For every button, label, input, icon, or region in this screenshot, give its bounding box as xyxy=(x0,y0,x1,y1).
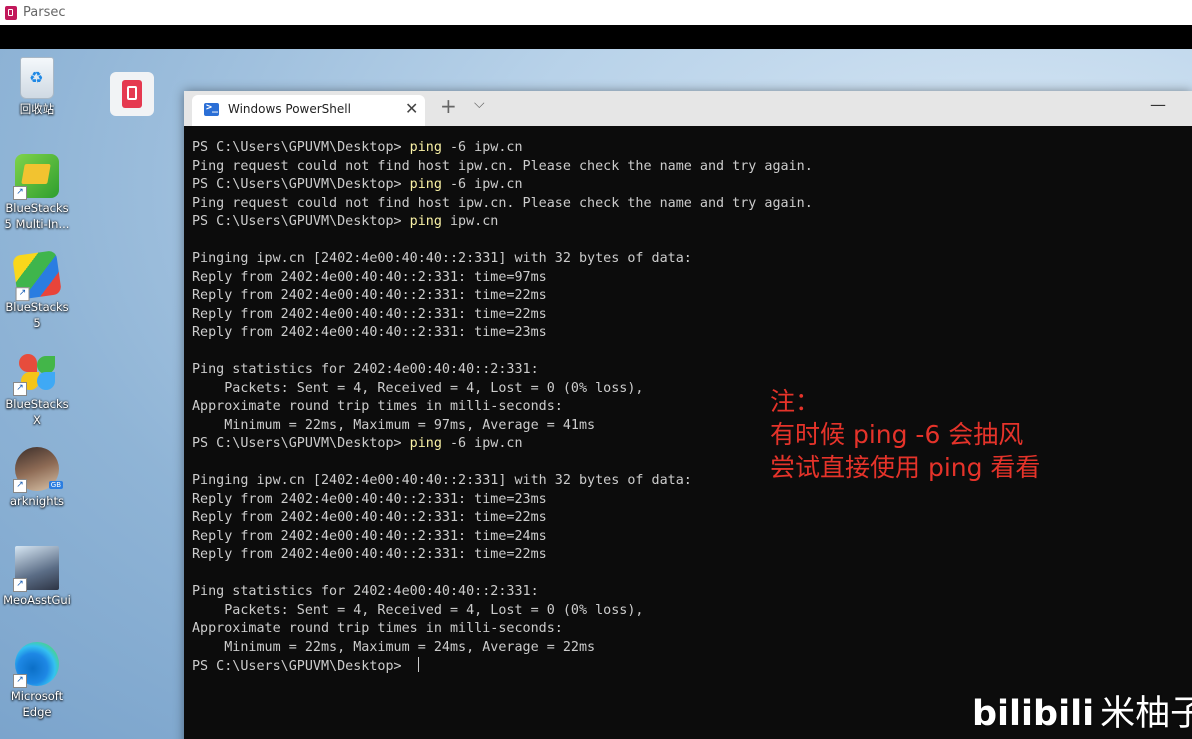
powershell-icon: >_ xyxy=(204,102,219,116)
desktop-icon-bluestacks-5[interactable]: ↗ BlueStacks 5 xyxy=(1,250,73,331)
terminal-titlebar[interactable]: >_ Windows PowerShell ✕ + ⌵ — xyxy=(184,91,1192,126)
desktop-icon-label: BlueStacks 5 xyxy=(5,300,69,330)
desktop-icon-label: BlueStacks 5 Multi-In... xyxy=(4,201,70,231)
desktop-icon-bluestacks-multi[interactable]: ↗ BlueStacks 5 Multi-In... xyxy=(1,154,73,232)
terminal-output-line: Reply from 2402:4e00:40:40::2:331: time=… xyxy=(192,528,547,544)
desktop: ♻ 回收站 ↗ BlueStacks 5 Multi-In... ↗ BlueS… xyxy=(0,49,1192,739)
tab-windows-powershell[interactable]: >_ Windows PowerShell ✕ xyxy=(192,95,425,126)
bluestacks-multi-instance-icon: ↗ xyxy=(13,154,59,200)
parsec-title: Parsec xyxy=(23,5,66,20)
desktop-icon-arknights[interactable]: ↗ arknights xyxy=(1,447,73,509)
command-text: ping xyxy=(409,436,442,451)
parsec-title-bar: Parsec xyxy=(0,0,1192,25)
bluestacks-x-icon: ↗ xyxy=(13,350,59,396)
command-text: ping xyxy=(409,140,442,155)
shortcut-arrow-icon: ↗ xyxy=(13,674,27,688)
command-args: -6 ipw.cn xyxy=(441,140,523,155)
annotation-line: 注： xyxy=(770,387,821,416)
terminal-prompt-line: PS C:\Users\GPUVM\Desktop> xyxy=(192,657,1182,676)
meoasstgui-icon: ↗ xyxy=(13,546,59,592)
terminal-prompt-line: PS C:\Users\GPUVM\Desktop> ping -6 ipw.c… xyxy=(192,176,1182,195)
prompt-text: PS C:\Users\GPUVM\Desktop> xyxy=(192,177,410,192)
microsoft-edge-icon: ↗ xyxy=(13,642,59,688)
chevron-down-icon[interactable]: ⌵ xyxy=(474,96,485,112)
desktop-icon-label: BlueStacks X xyxy=(5,397,69,427)
shortcut-arrow-icon: ↗ xyxy=(13,578,27,592)
recycle-bin-icon: ♻ xyxy=(20,57,54,99)
terminal-output-line: Reply from 2402:4e00:40:40::2:331: time=… xyxy=(192,269,547,285)
terminal-output-line: Approximate round trip times in milli-se… xyxy=(192,621,563,636)
minimize-button[interactable]: — xyxy=(1150,95,1166,114)
shortcut-arrow-icon: ↗ xyxy=(13,382,27,396)
desktop-icon-label: 回收站 xyxy=(19,102,55,116)
desktop-icon-recycle-bin[interactable]: ♻ 回收站 xyxy=(1,57,73,117)
parsec-logo-icon xyxy=(5,5,17,20)
terminal-output-line: Reply from 2402:4e00:40:40::2:331: time=… xyxy=(192,325,547,340)
desktop-icon-label: MeoAsstGui xyxy=(3,593,71,607)
terminal-output-line: Reply from 2402:4e00:40:40::2:331: time=… xyxy=(192,547,547,562)
command-args: ipw.cn xyxy=(441,214,499,229)
prompt-text: PS C:\Users\GPUVM\Desktop> xyxy=(192,436,410,451)
command-args: -6 ipw.cn xyxy=(441,436,523,451)
terminal-output-line: Ping statistics for 2402:4e00:40:40::2:3… xyxy=(192,584,539,599)
terminal-output-line: Ping request could not find host ipw.cn.… xyxy=(192,195,813,211)
terminal-output-line: Pinging ipw.cn [2402:4e00:40:40::2:331] … xyxy=(192,251,692,266)
terminal-output-line: Minimum = 22ms, Maximum = 24ms, Average … xyxy=(192,639,596,655)
shortcut-arrow-icon: ↗ xyxy=(13,479,27,493)
prompt-text: PS C:\Users\GPUVM\Desktop> xyxy=(192,140,410,155)
letterbox-band xyxy=(0,25,1192,49)
desktop-icon-meoasstgui[interactable]: ↗ MeoAsstGui xyxy=(1,546,73,608)
terminal-output-line: Reply from 2402:4e00:40:40::2:331: time=… xyxy=(192,306,547,322)
command-args: -6 ipw.cn xyxy=(441,177,523,192)
annotation-line: 尝试直接使用 ping 看看 xyxy=(770,453,1041,482)
terminal-prompt-line: PS C:\Users\GPUVM\Desktop> ping -6 ipw.c… xyxy=(192,139,1182,158)
desktop-icon-bluestacks-x[interactable]: ↗ BlueStacks X xyxy=(1,350,73,428)
shortcut-arrow-icon: ↗ xyxy=(13,186,27,200)
shortcut-arrow-icon: ↗ xyxy=(15,287,30,302)
powershell-window[interactable]: >_ Windows PowerShell ✕ + ⌵ — PS C:\User… xyxy=(184,91,1192,739)
text-cursor xyxy=(417,657,419,672)
terminal-output-line: Reply from 2402:4e00:40:40::2:331: time=… xyxy=(192,288,547,303)
command-text: ping xyxy=(409,177,442,192)
annotation-line: 有时候 ping -6 会抽风 xyxy=(770,420,1024,449)
arknights-icon: ↗ xyxy=(13,447,63,493)
terminal-prompt-line: PS C:\Users\GPUVM\Desktop> ping ipw.cn xyxy=(192,213,1182,232)
close-tab-icon[interactable]: ✕ xyxy=(405,99,418,118)
terminal-output-line: Ping request could not find host ipw.cn.… xyxy=(192,158,813,174)
command-text: ping xyxy=(409,214,442,229)
prompt-text: PS C:\Users\GPUVM\Desktop> xyxy=(192,214,410,229)
parsec-taskbar-icon[interactable] xyxy=(110,72,154,116)
prompt-text: PS C:\Users\GPUVM\Desktop> xyxy=(192,659,410,674)
desktop-icon-microsoft-edge[interactable]: ↗ Microsoft Edge xyxy=(1,642,73,720)
desktop-icon-label: Microsoft Edge xyxy=(10,689,64,719)
annotation-note: 注： 有时候 ping -6 会抽风 尝试直接使用 ping 看看 xyxy=(770,385,1040,484)
terminal-output-line: Ping statistics for 2402:4e00:40:40::2:3… xyxy=(192,362,539,377)
bilibili-watermark: bilibili 米柚子 xyxy=(972,692,1192,736)
watermark-author: 米柚子 xyxy=(1100,694,1192,734)
terminal-output-line: Reply from 2402:4e00:40:40::2:331: time=… xyxy=(192,491,547,507)
bluestacks-5-icon: ↗ xyxy=(12,250,62,302)
terminal-output-line: Reply from 2402:4e00:40:40::2:331: time=… xyxy=(192,510,547,525)
bilibili-logo: bilibili xyxy=(972,694,1095,734)
desktop-icon-label: arknights xyxy=(9,494,64,508)
new-tab-button[interactable]: + xyxy=(440,94,457,118)
tab-title: Windows PowerShell xyxy=(228,102,351,116)
terminal-output-line: Packets: Sent = 4, Received = 4, Lost = … xyxy=(192,602,644,618)
